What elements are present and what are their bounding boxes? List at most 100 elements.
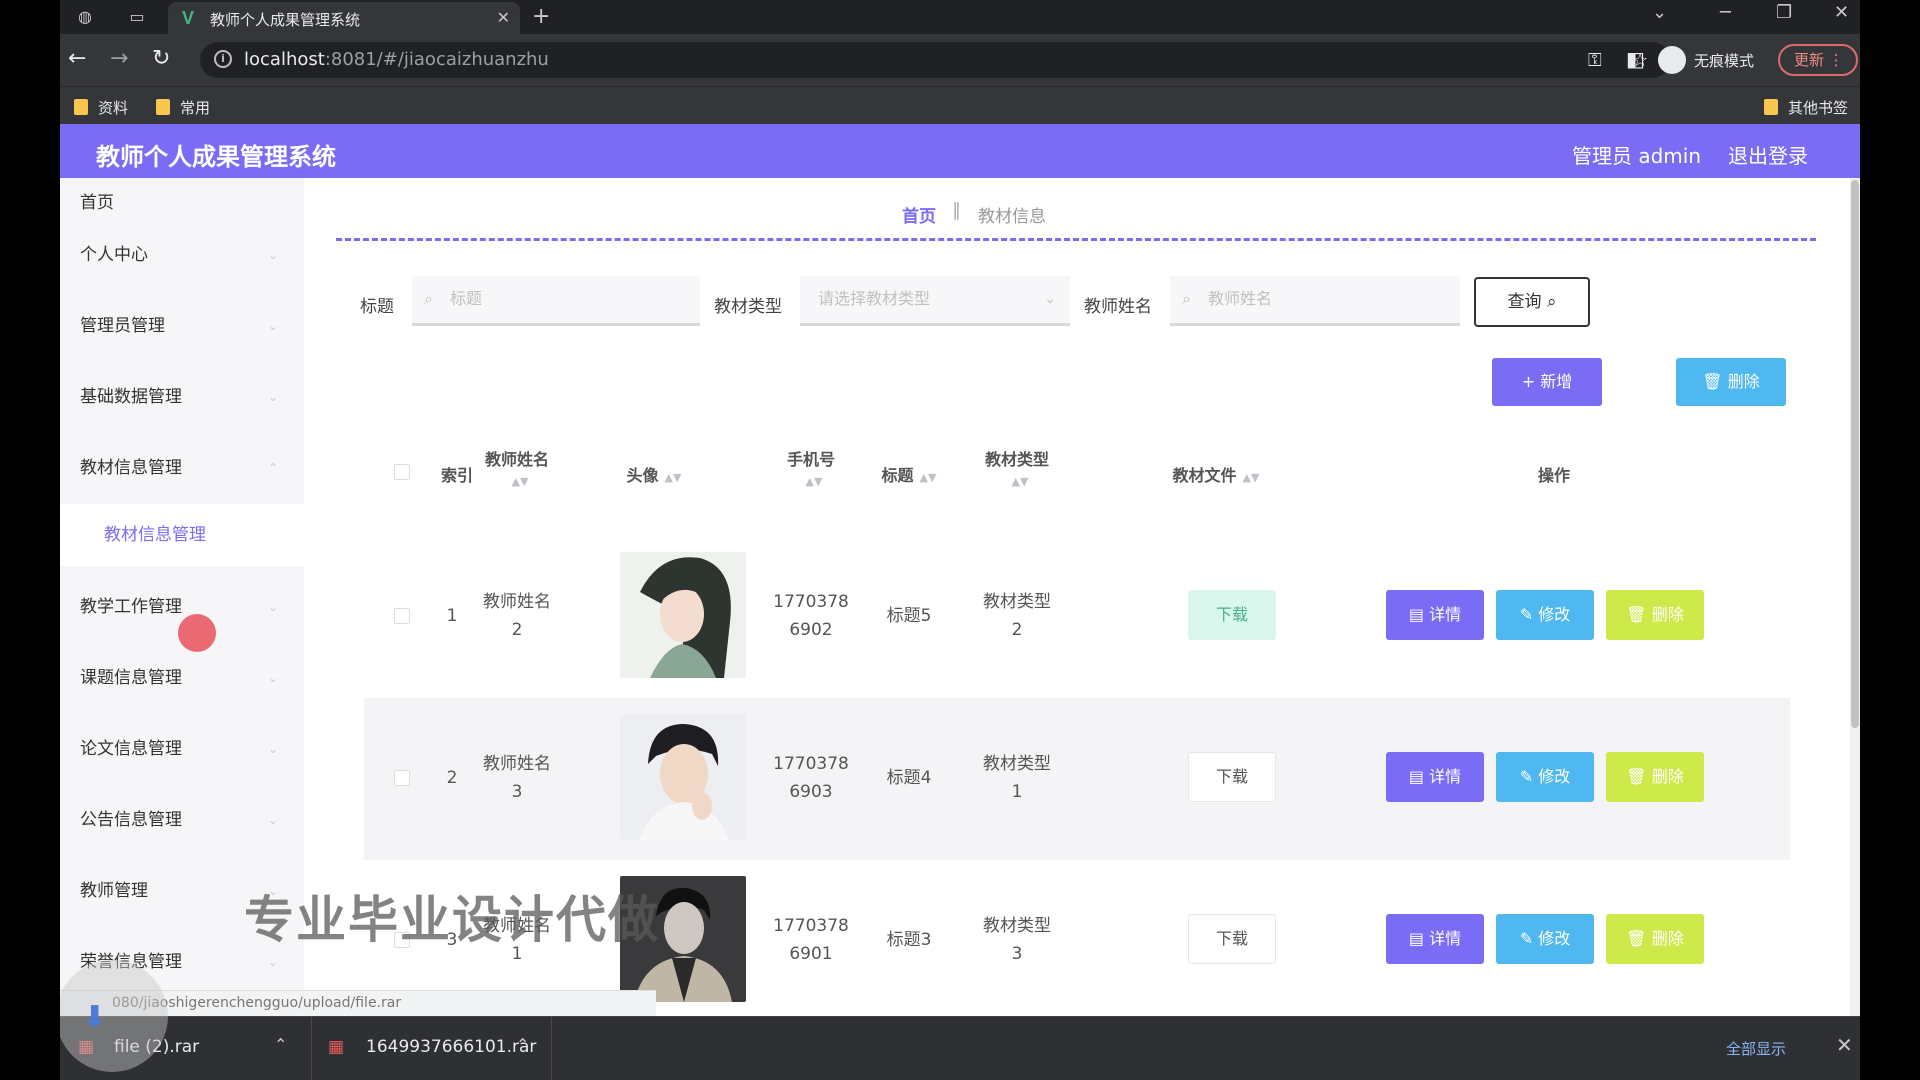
row-title: 标题4 (886, 768, 932, 788)
tab-search-icon[interactable]: ▭ (126, 6, 148, 28)
site-info-icon[interactable]: i (214, 50, 232, 68)
col-phone[interactable]: 手机号 ▲▼ (766, 446, 856, 489)
col-material-file[interactable]: 教材文件 ▲▼ (1156, 462, 1276, 486)
bookmark-folder-changyong[interactable]: 常用 (156, 97, 210, 118)
other-bookmarks-label: 其他书签 (1788, 99, 1849, 117)
name-line: 3 (511, 782, 523, 802)
detail-button[interactable]: ▤ 详情 (1386, 914, 1484, 964)
filter-title-placeholder: 标题 (450, 289, 483, 308)
sidebar-item-basic-data[interactable]: 基础数据管理 ⌄ (60, 362, 304, 432)
detail-button[interactable]: ▤ 详情 (1386, 590, 1484, 640)
sidebar-item-label: 论文信息管理 (80, 739, 182, 759)
sort-icon: ▲▼ (664, 471, 682, 484)
bookmark-folder-ziliao[interactable]: 资料 (74, 97, 128, 118)
table-header: 索引 教师姓名 ▲▼ 头像 ▲▼ 手机号 ▲▼ 标题 ▲▼ 教材类型 ▲▼ 教材文件 ▲▼ … (364, 410, 1790, 536)
add-label: 新增 (1540, 372, 1573, 391)
reload-icon[interactable]: ↻ (152, 46, 170, 72)
url-host: localhost (244, 49, 325, 70)
vue-favicon-icon: V (182, 8, 195, 28)
profile-icon[interactable]: ◍ (74, 6, 96, 28)
breadcrumb-home[interactable]: 首页 (902, 202, 936, 227)
select-all-checkbox[interactable] (394, 464, 410, 480)
sidebar-item-papers[interactable]: 论文信息管理 ⌄ (60, 714, 304, 784)
sort-icon: ▲▼ (919, 471, 937, 484)
search-icon: ⌕ (424, 289, 433, 308)
url-path: :8081/#/jiaocaizhuanzhu (324, 49, 549, 70)
download-item[interactable]: ▦ 1649937666101.rar ⌃ (312, 1017, 552, 1080)
name-line: 教师姓名 (483, 754, 551, 774)
download-button[interactable]: 下载 (1188, 914, 1276, 964)
close-download-bar-icon[interactable]: ✕ (1836, 1033, 1853, 1057)
row-checkbox[interactable] (394, 770, 410, 786)
col-teacher-name[interactable]: 教师姓名 ▲▼ (472, 446, 562, 489)
breadcrumb-current: 教材信息 (978, 207, 1046, 227)
delete-button[interactable]: 🗑 删除 (1606, 752, 1704, 802)
page-scrollbar-thumb[interactable] (1851, 180, 1859, 728)
new-tab-icon[interactable]: + (532, 4, 550, 29)
col-material-type-label: 教材类型 (984, 450, 1049, 469)
address-bar[interactable]: i localhost:8081/#/jiaocaizhuanzhu ⚿ ☆ (200, 42, 1670, 78)
delete-button[interactable]: 🗑 删除 (1606, 914, 1704, 964)
tab-list-chevron-icon[interactable]: ⌄ (1652, 2, 1667, 23)
back-icon[interactable]: ← (68, 46, 86, 72)
sidebar-item-materials[interactable]: 教材信息管理 ⌃ (60, 433, 304, 503)
type-line: 教材类型 (983, 592, 1051, 612)
sidebar-item-label: 教材信息管理 (80, 458, 182, 478)
row-phone: 1770378 6902 (756, 588, 866, 644)
close-window-icon[interactable]: ✕ (1834, 2, 1849, 23)
query-button[interactable]: 查询 ⌕ (1474, 277, 1590, 327)
edit-button[interactable]: ✎ 修改 (1496, 590, 1594, 640)
filter-title-input[interactable]: ⌕ 标题 (412, 276, 700, 326)
sidebar-item-label: 教学工作管理 (80, 597, 182, 617)
row-material-type: 教材类型 1 (972, 750, 1062, 806)
col-title[interactable]: 标题 ▲▼ (864, 462, 954, 486)
add-button[interactable]: + 新增 (1492, 358, 1602, 406)
delete-button[interactable]: 🗑 删除 (1606, 590, 1704, 640)
detail-button[interactable]: ▤ 详情 (1386, 752, 1484, 802)
other-bookmarks[interactable]: 其他书签 (1764, 97, 1848, 118)
sidebar-item-label: 管理员管理 (80, 316, 165, 336)
restore-icon[interactable]: ❐ (1776, 2, 1792, 23)
filter-teacher-input[interactable]: ⌕ 教师姓名 (1170, 276, 1460, 326)
edit-icon: ✎ (1519, 605, 1534, 624)
row-checkbox[interactable] (394, 608, 410, 624)
chevron-up-icon[interactable]: ⌃ (274, 1035, 287, 1054)
edit-button[interactable]: ✎ 修改 (1496, 914, 1594, 964)
sidebar-item-label: 课题信息管理 (80, 668, 182, 688)
detail-label: 详情 (1429, 605, 1462, 624)
row-title: 标题3 (886, 930, 932, 950)
download-button[interactable]: 下载 (1188, 590, 1276, 640)
sidebar-item-projects[interactable]: 课题信息管理 ⌄ (60, 643, 304, 713)
key-icon[interactable]: ⚿ (1588, 50, 1602, 71)
filter-type-label: 教材类型 (714, 297, 782, 317)
chevron-up-icon[interactable]: ⌃ (516, 1035, 529, 1054)
minimize-icon[interactable]: ─ (1720, 2, 1731, 23)
logout-link[interactable]: 退出登录 (1728, 140, 1808, 169)
col-material-type[interactable]: 教材类型 ▲▼ (972, 446, 1062, 489)
tab-close-icon[interactable]: ✕ (497, 8, 510, 27)
folder-icon (1764, 99, 1778, 115)
sidebar-subitem-materials[interactable]: 教材信息管理 (60, 504, 304, 566)
search-icon: ⌕ (1182, 289, 1191, 308)
sidebar-item-admin[interactable]: 管理员管理 ⌄ (60, 291, 304, 361)
trash-icon: 🗑 (1626, 929, 1647, 948)
sidebar-item-profile[interactable]: 个人中心 ⌄ (60, 220, 304, 290)
name-line: 教师姓名 (483, 592, 551, 612)
filter-type-select[interactable]: 请选择教材类型 ⌄ (800, 276, 1070, 326)
download-button[interactable]: 下载 (1188, 752, 1276, 802)
incognito-icon[interactable] (1658, 46, 1686, 74)
name-line: 2 (511, 620, 523, 640)
breadcrumb-separator-icon: ∥ (952, 200, 961, 221)
col-material-file-label: 教材文件 (1172, 466, 1237, 485)
show-all-downloads[interactable]: 全部显示 (1726, 1038, 1786, 1059)
update-button[interactable]: 更新 ⋮ (1778, 44, 1858, 76)
side-panel-icon[interactable]: ◧ (1626, 46, 1645, 72)
col-avatar[interactable]: 头像 ▲▼ (594, 462, 714, 486)
forward-icon[interactable]: → (110, 46, 128, 72)
row-material-type: 教材类型 2 (972, 588, 1062, 644)
col-avatar-label: 头像 (626, 466, 659, 485)
sidebar-item-notices[interactable]: 公告信息管理 ⌄ (60, 785, 304, 855)
active-tab[interactable]: V 教师个人成果管理系统 ✕ (168, 2, 520, 34)
edit-button[interactable]: ✎ 修改 (1496, 752, 1594, 802)
bulk-delete-button[interactable]: 🗑 删除 (1676, 358, 1786, 406)
